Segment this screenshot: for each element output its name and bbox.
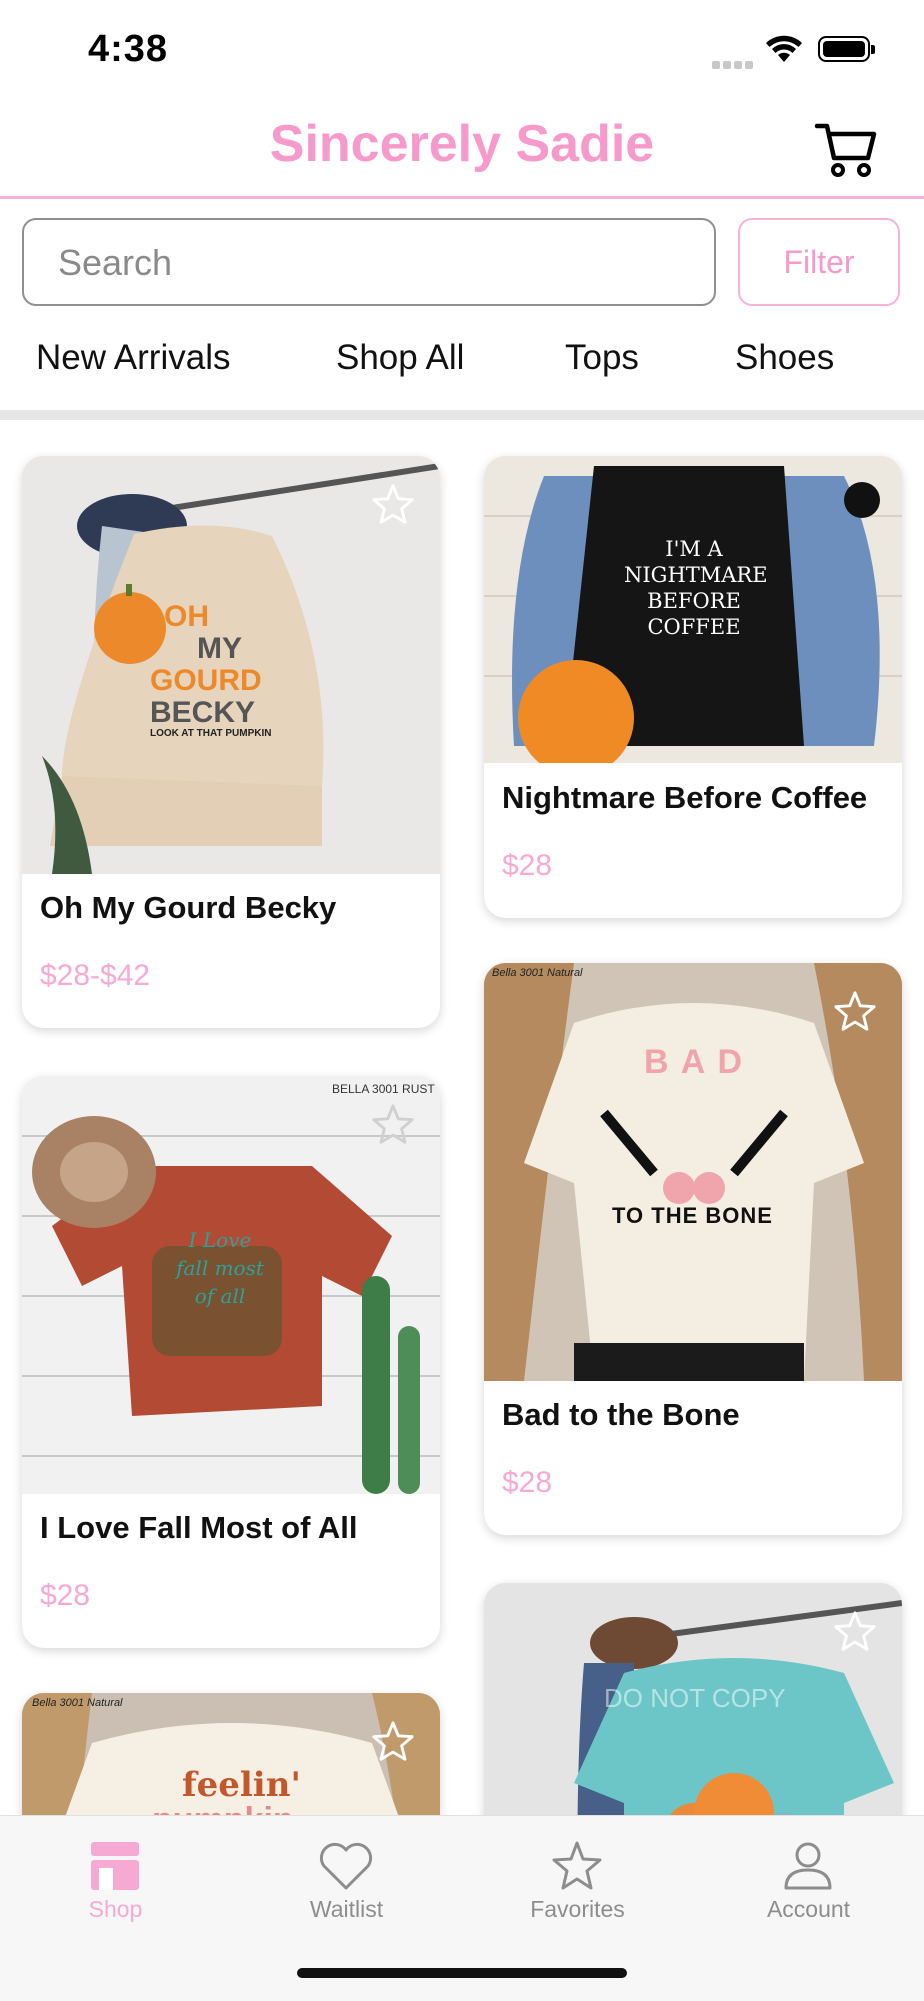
tab-shop[interactable]: Shop	[0, 1816, 231, 1936]
divider	[0, 410, 924, 420]
favorite-star-icon[interactable]	[370, 1102, 416, 1148]
product-card[interactable]: BELLA 3001 RUST I Love fall most of all …	[22, 1076, 440, 1648]
cart-icon[interactable]	[814, 118, 880, 180]
favorite-star-icon[interactable]	[370, 482, 416, 528]
product-title: Bad to the Bone	[502, 1397, 740, 1432]
home-indicator	[297, 1968, 627, 1978]
product-price: $28	[502, 849, 553, 882]
print-line: COFFEE	[647, 615, 741, 639]
search-input[interactable]	[56, 238, 680, 288]
product-card[interactable]: I'M A NIGHTMARE BEFORE COFFEE Nightmare …	[484, 456, 902, 918]
product-card[interactable]: OH MY GOURD BECKY LOOK AT THAT PUMPKIN O…	[22, 456, 440, 1028]
battery-icon	[818, 36, 875, 62]
person-icon	[784, 1842, 832, 1890]
print-line: GOURD	[150, 664, 262, 697]
product-image: I'M A NIGHTMARE BEFORE COFFEE	[484, 456, 902, 763]
favorite-star-icon[interactable]	[832, 989, 878, 1035]
tab-favorites[interactable]: Favorites	[462, 1816, 693, 1936]
category-shop-all[interactable]: Shop All	[336, 338, 464, 378]
tab-waitlist[interactable]: Waitlist	[231, 1816, 462, 1936]
category-shoes[interactable]: Shoes	[735, 338, 834, 378]
print-line: OH	[164, 600, 209, 633]
print-line: MY	[197, 632, 242, 665]
watermark-text: DO NOT COPY	[604, 1683, 786, 1713]
category-tabs: New Arrivals Shop All Tops Shoes	[0, 330, 924, 402]
print-line: BECKY	[150, 696, 256, 729]
print-line: B A D	[644, 1043, 745, 1081]
cellular-signal-icon	[712, 56, 756, 74]
product-title: Oh My Gourd Becky	[40, 890, 337, 925]
print-line: of all	[194, 1284, 246, 1308]
print-line: BELLA 3001 RUST	[332, 1082, 435, 1096]
brand-title: Sincerely Sadie	[269, 115, 655, 173]
print-line: BEFORE	[647, 589, 741, 613]
tab-label: Account	[766, 1896, 851, 1922]
print-line: fall most	[176, 1256, 264, 1280]
product-card[interactable]: Bella 3001 Natural B A D TO THE BONE Bad…	[484, 963, 902, 1535]
tab-account[interactable]: Account	[693, 1816, 924, 1936]
filter-button[interactable]: Filter	[738, 218, 900, 306]
print-line: I Love	[188, 1228, 252, 1252]
product-title: I Love Fall Most of All	[40, 1510, 358, 1545]
product-price: $28-$42	[40, 959, 151, 992]
search-box	[22, 218, 716, 306]
heart-icon	[319, 1842, 373, 1890]
product-price: $28	[40, 1579, 91, 1612]
wifi-icon	[766, 35, 802, 62]
print-line: Bella 3001 Natural	[32, 1697, 123, 1709]
print-line: I'M A	[665, 537, 723, 561]
star-icon	[552, 1841, 602, 1890]
favorite-star-icon[interactable]	[370, 1719, 416, 1765]
print-line: feelin'	[182, 1765, 301, 1805]
print-line: Bella 3001 Natural	[492, 967, 583, 979]
print-line: NIGHTMARE	[624, 563, 768, 587]
status-bar: 4:38	[0, 0, 924, 100]
print-line: TO THE BONE	[612, 1203, 773, 1228]
search-row: Filter	[0, 218, 924, 310]
category-tops[interactable]: Tops	[565, 338, 639, 378]
tab-label: Shop	[88, 1896, 143, 1922]
tab-label: Favorites	[530, 1896, 625, 1922]
product-title: Nightmare Before Coffee	[502, 780, 868, 815]
tab-label: Waitlist	[309, 1896, 384, 1922]
category-new-arrivals[interactable]: New Arrivals	[36, 338, 230, 378]
storefront-icon	[91, 1842, 139, 1890]
print-line: LOOK AT THAT PUMPKIN	[150, 728, 272, 739]
product-price: $28	[502, 1466, 553, 1499]
app-header: Sincerely Sadie	[0, 100, 924, 199]
status-time: 4:38	[88, 28, 169, 70]
favorite-star-icon[interactable]	[832, 1609, 878, 1655]
